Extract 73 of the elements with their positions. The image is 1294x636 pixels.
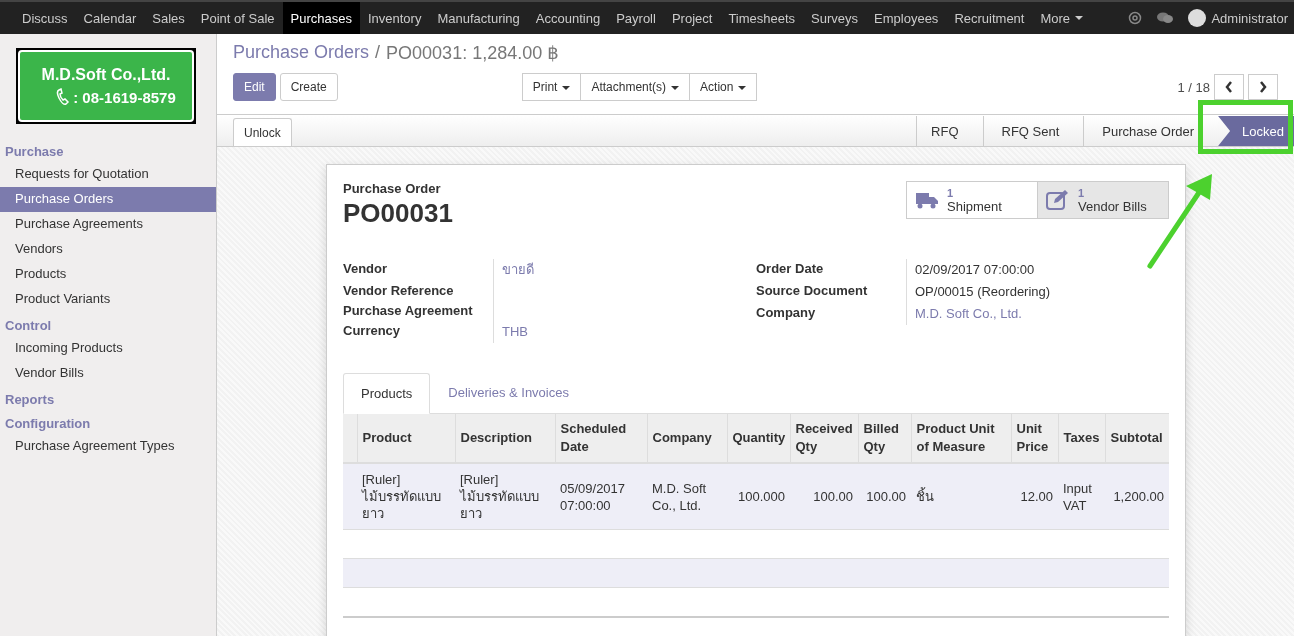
menu-item[interactable]: Employees [866, 2, 947, 34]
table-cell: 100.00 [813, 489, 853, 504]
dropdown-button[interactable]: Attachment(s) [580, 73, 691, 101]
table-cell: 1,200.00 [1113, 489, 1164, 504]
smart-button[interactable]: 1 Vendor Bills [1037, 181, 1169, 219]
field-label: Vendor Reference [343, 282, 455, 300]
dropdown-button[interactable]: Print [521, 73, 582, 101]
chevron-left-icon [1225, 81, 1233, 93]
menu-item[interactable]: Sales [144, 2, 193, 34]
pager-counter: 1 / 18 [1177, 79, 1210, 95]
field-label: Purchase Agreement [343, 302, 474, 320]
menu-item[interactable]: Discuss [14, 2, 76, 34]
user-menu[interactable]: Administrator [1188, 9, 1288, 27]
dropdown-button[interactable]: Action [689, 73, 758, 101]
menu-item[interactable]: Accounting [527, 2, 609, 34]
breadcrumb-link[interactable]: Purchase Orders [233, 42, 370, 64]
menu-item[interactable]: Calendar [75, 2, 145, 34]
pencil-icon [1046, 189, 1070, 211]
field-link[interactable]: THB [502, 324, 528, 339]
menu-item[interactable]: Timesheets [720, 2, 804, 34]
menu-item[interactable]: Recruitment [946, 2, 1033, 34]
table-cell: ชิ้น [916, 489, 934, 504]
previous-button[interactable] [1214, 74, 1244, 100]
menu-item[interactable]: Project [663, 2, 721, 34]
field-value: OP/00015 (Reordering) [915, 284, 1051, 299]
chevron-right-icon [1259, 81, 1267, 93]
status-stage[interactable]: Locked [1218, 116, 1294, 146]
chat-icon[interactable] [1156, 11, 1175, 25]
smart-button[interactable]: 1 Shipment [906, 181, 1038, 219]
field-label: Company [756, 304, 817, 322]
field-link[interactable]: M.D. Soft Co., Ltd. [915, 306, 1022, 321]
sidebar-item[interactable]: Purchase Agreement Types [0, 434, 216, 459]
tab[interactable]: Products [343, 373, 431, 414]
menu-item[interactable]: Inventory [359, 2, 430, 34]
table-cell: [Ruler] ไม้บรรทัดแบบยาว [362, 472, 441, 521]
form-caption: Purchase Order [343, 181, 442, 196]
sidebar-item[interactable]: Vendor Bills [0, 361, 216, 386]
sidebar-item[interactable]: Purchase Agreements [0, 212, 216, 237]
sidebar-item[interactable]: Incoming Products [0, 336, 216, 361]
table-cell: 05/09/2017 07:00:00 [560, 480, 626, 513]
table-cell: [Ruler] ไม้บรรทัดแบบยาว [460, 472, 539, 521]
sidebar-item[interactable]: Vendors [0, 237, 216, 262]
menu-item[interactable]: Point of Sale [192, 2, 283, 34]
create-button[interactable]: Create [279, 73, 338, 101]
order-number: PO00031 [343, 198, 453, 229]
table-cell: Input VAT [1063, 480, 1092, 513]
sidebar-item[interactable]: Requests for Quotation [0, 162, 216, 187]
table-cell: M.D. Soft Co., Ltd. [652, 480, 707, 513]
menu-item[interactable]: Payroll [608, 2, 664, 34]
field-value: 02/09/2017 07:00:00 [915, 262, 1035, 277]
next-button[interactable] [1248, 74, 1278, 100]
tab[interactable]: Deliveries & Invoices [430, 373, 587, 413]
field-label: Currency [343, 322, 402, 340]
field-link[interactable]: ขายดี [502, 262, 534, 277]
sidebar-item[interactable]: Product Variants [0, 287, 216, 312]
table-cell: 12.00 [1020, 489, 1053, 504]
breadcrumb-separator: / [375, 42, 381, 64]
field-label: Source Document [756, 282, 869, 300]
table-cell: 100.000 [738, 489, 785, 504]
field-label: Vendor [343, 260, 389, 278]
menu-item[interactable]: Manufacturing [429, 2, 528, 34]
unlock-button[interactable]: Unlock [233, 118, 292, 146]
sidebar-item[interactable]: Products [0, 262, 216, 287]
breadcrumb-current: PO00031: 1,284.00 ฿ [386, 42, 559, 64]
menu-item[interactable]: Surveys [803, 2, 867, 34]
field-label: Order Date [756, 260, 825, 278]
sidebar-item[interactable]: Purchase Orders [0, 187, 216, 212]
more-menu[interactable]: More [1032, 2, 1092, 34]
edit-button[interactable]: Edit [233, 73, 276, 101]
menu-item[interactable]: Purchases [282, 2, 360, 34]
truck-icon [915, 190, 939, 210]
company-logo: M.D.Soft Co.,Ltd. : 08-1619-8579 [16, 48, 196, 124]
table-cell: 100.00 [866, 489, 906, 504]
